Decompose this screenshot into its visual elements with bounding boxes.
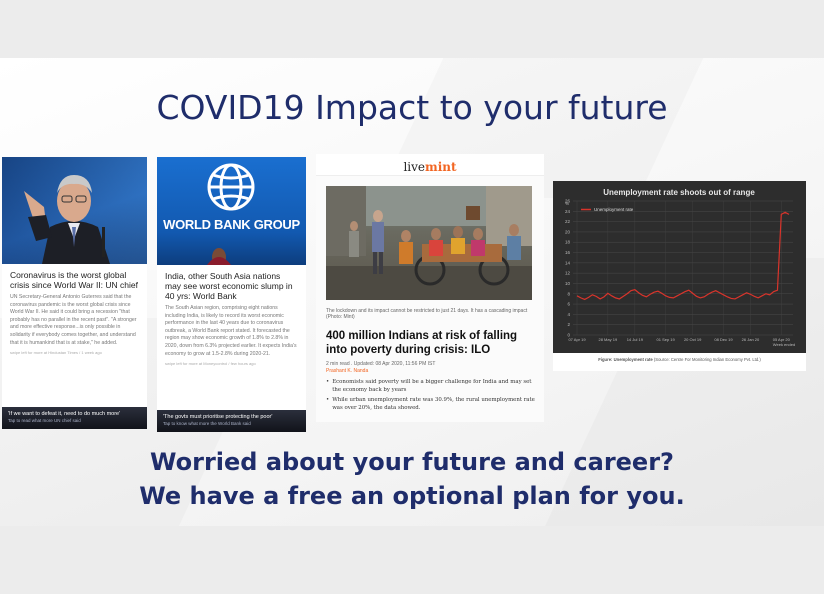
news-card-livemint[interactable]: livemint The lockdown and its impact can… — [316, 154, 544, 422]
caption-label: Figure: Unemployment rate — [598, 357, 653, 362]
photo-caption: The lockdown and its impact cannot be re… — [326, 308, 528, 320]
y-tick-label: 14 — [565, 260, 571, 265]
article-meta: 2 min read . Updated: 08 Apr 2020, 11:56… — [326, 361, 436, 367]
x-tick-label: 20 Oct 19 — [684, 337, 702, 342]
bullet-text: Economists said poverty will be a bigger… — [332, 379, 532, 393]
x-tick-label: 08 Dec 19 — [714, 337, 733, 342]
headline[interactable]: India, other South Asia nations may see … — [157, 271, 306, 301]
news-card-world-bank[interactable]: WORLD BANK GROUP India, other South Asia… — [157, 157, 306, 432]
brand-live: live — [403, 160, 426, 174]
bullet-list: • Economists said poverty will be a bigge… — [326, 379, 536, 412]
bullet-item: • Economists said poverty will be a bigge… — [326, 379, 536, 394]
chart-background — [553, 181, 806, 353]
slide: COVID19 Impact to your future Coronaviru… — [0, 58, 824, 526]
bullet-item: • While urban unemployment rate was 30.9%… — [326, 397, 536, 412]
slide-title: COVID19 Impact to your future — [156, 88, 668, 127]
unemployment-line-chart: Unemployment rate shoots out of range % … — [553, 181, 806, 353]
y-tick-label: 16 — [565, 250, 571, 255]
y-tick-label: 10 — [565, 281, 571, 286]
photo-world-bank: WORLD BANK GROUP — [157, 157, 306, 265]
x-tick-label: 14 Jul 19 — [627, 337, 644, 342]
livemint-logo[interactable]: livemint — [316, 154, 544, 176]
bullet-text: While urban unemployment rate was 30.9%,… — [332, 397, 535, 411]
subtitle-line-1: Worried about your future and career? — [150, 448, 674, 476]
y-tick-label: 22 — [565, 219, 571, 224]
headline[interactable]: 400 million Indians at risk of falling i… — [326, 329, 536, 357]
x-tick-label: 01 Sep 19 — [657, 337, 676, 342]
y-tick-label: 26 — [565, 199, 571, 204]
y-tick-label: 20 — [565, 229, 571, 234]
card-footer[interactable]: 'The govts must prioritise protecting th… — [157, 410, 306, 432]
footer-quote: 'If we want to defeat it, need to do muc… — [8, 411, 121, 417]
unemployment-chart-card: Unemployment rate shoots out of range % … — [553, 181, 806, 371]
world-bank-logo-text: WORLD BANK GROUP — [163, 217, 300, 232]
article-body: The South Asian region, comprising eight… — [165, 305, 297, 357]
bullet-icon: • — [326, 397, 330, 403]
footer-quote: 'The govts must prioritise protecting th… — [163, 414, 273, 420]
x-axis-label: Week ended — [773, 342, 795, 347]
x-tick-label: 07 Apr 19 — [568, 337, 586, 342]
x-tick-label: 28 May 19 — [598, 337, 617, 342]
source-line: swipe left for more at Hindustan Times /… — [10, 350, 102, 356]
bullet-icon: • — [326, 379, 330, 385]
headline[interactable]: Coronavirus is the worst global crisis s… — [2, 270, 147, 290]
chart-caption: Figure: Unemployment rate (Source: Centr… — [553, 357, 806, 362]
subtitle-line-2: We have a free an optional plan for you. — [139, 482, 685, 510]
globe-icon — [207, 163, 255, 211]
y-tick-label: 12 — [565, 271, 571, 276]
brand-mint: mint — [425, 160, 457, 174]
footer-tap-hint: Tap to read what more UN chief said — [8, 418, 81, 423]
author-link[interactable]: Prashant K. Nanda — [326, 368, 536, 374]
news-card-un[interactable]: Coronavirus is the worst global crisis s… — [2, 157, 147, 429]
source-line: swipe left for more at Moneycontrol / fe… — [165, 361, 256, 367]
footer-tap-hint: Tap to know what more the World Bank sai… — [163, 421, 251, 426]
photo-un-chief — [2, 157, 147, 264]
chart-title: Unemployment rate shoots out of range — [603, 188, 755, 197]
photo-street-workers — [326, 186, 532, 300]
y-tick-label: 24 — [565, 209, 571, 214]
y-tick-label: 18 — [565, 240, 571, 245]
x-tick-label: 26 Jan 20 — [742, 337, 760, 342]
article-body: UN Secretary-General Antonio Guterres sa… — [10, 294, 137, 346]
card-footer[interactable]: 'If we want to defeat it, need to do muc… — [2, 407, 147, 429]
legend-label: Unemployment rate — [594, 207, 634, 212]
caption-source: (Source: Centre For Monitoring Indian Ec… — [653, 357, 761, 362]
